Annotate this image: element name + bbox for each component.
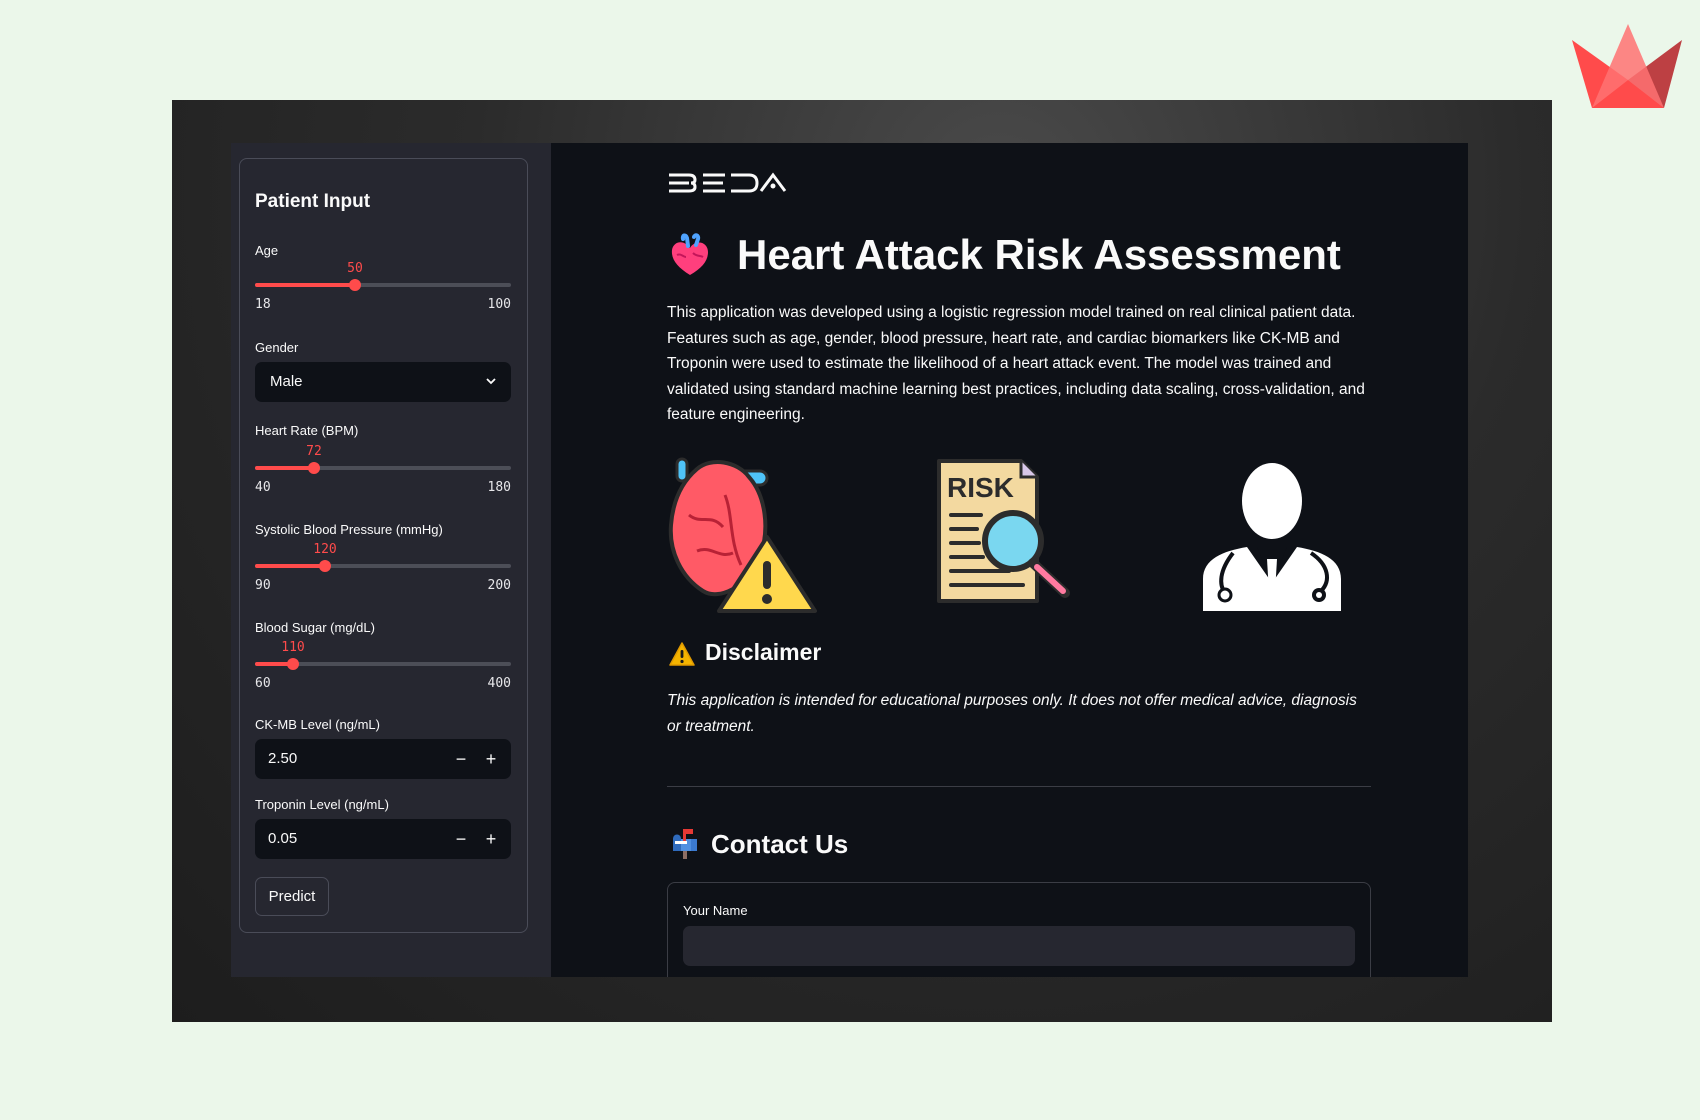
mailbox-icon — [673, 829, 697, 859]
slider-max: 200 — [487, 578, 511, 593]
app-window: Patient Input Age 50 18 100 Gender Male — [231, 143, 1468, 977]
slider-min: 40 — [255, 480, 271, 495]
gender-label: Gender — [255, 340, 299, 355]
heart-warning-illustration — [668, 457, 817, 613]
blood-sugar-label: Blood Sugar (mg/dL) — [255, 620, 375, 635]
blood-sugar-slider[interactable]: 110 60 400 — [255, 640, 511, 691]
slider-max: 400 — [487, 676, 511, 691]
contact-heading: Contact Us — [711, 829, 849, 859]
page-title: Heart Attack Risk Assessment — [737, 231, 1341, 278]
systolic-bp-label: Systolic Blood Pressure (mmHg) — [255, 522, 443, 537]
sidebar: Patient Input Age 50 18 100 Gender Male — [231, 143, 551, 977]
slider-fill — [255, 283, 355, 287]
name-label: Your Name — [683, 903, 748, 918]
troponin-label: Troponin Level (ng/mL) — [255, 797, 389, 812]
slider-max: 100 — [487, 297, 511, 312]
predict-button[interactable]: Predict — [255, 877, 329, 916]
age-label: Age — [255, 243, 279, 258]
slider-fill — [255, 466, 314, 470]
doctor-illustration — [1203, 463, 1341, 611]
streamlit-crown-icon — [1572, 24, 1682, 108]
ckmb-decrement-button[interactable]: − — [447, 745, 475, 773]
systolic-bp-slider[interactable]: 120 90 200 — [255, 542, 511, 593]
beda-logo — [669, 172, 787, 193]
troponin-increment-button[interactable]: + — [477, 825, 505, 853]
name-input[interactable] — [683, 926, 1355, 966]
slider-min: 60 — [255, 676, 271, 691]
slider-thumb[interactable] — [287, 658, 299, 670]
troponin-decrement-button[interactable]: − — [447, 825, 475, 853]
troponin-input[interactable]: 0.05 − + — [255, 819, 511, 859]
slider-value: 50 — [347, 261, 363, 276]
slider-thumb[interactable] — [349, 279, 361, 291]
gender-selected-value: Male — [270, 373, 303, 390]
slider-min: 90 — [255, 578, 271, 593]
age-slider[interactable]: 50 18 100 — [255, 261, 511, 312]
risk-label: RISK — [947, 472, 1014, 503]
heart-rate-slider[interactable]: 72 40 180 — [255, 444, 511, 495]
slider-value: 72 — [306, 444, 322, 459]
troponin-value[interactable]: 0.05 — [268, 830, 297, 847]
screenshot-frame: Patient Input Age 50 18 100 Gender Male — [172, 100, 1552, 1022]
slider-max: 180 — [487, 480, 511, 495]
slider-min: 18 — [255, 297, 271, 312]
disclaimer-text: This application is intended for educati… — [667, 692, 1357, 735]
ckmb-label: CK-MB Level (ng/mL) — [255, 717, 380, 732]
anatomical-heart-icon — [671, 233, 708, 275]
slider-thumb[interactable] — [319, 560, 331, 572]
slider-fill — [255, 564, 325, 568]
risk-document-illustration: RISK — [937, 459, 1070, 603]
slider-value: 110 — [281, 640, 305, 655]
form-title: Patient Input — [255, 191, 371, 212]
ckmb-increment-button[interactable]: + — [477, 745, 505, 773]
disclaimer-heading: Disclaimer — [705, 639, 822, 665]
section-divider — [667, 786, 1371, 787]
contact-form: Your Name — [667, 882, 1371, 977]
ckmb-value[interactable]: 2.50 — [268, 750, 297, 767]
slider-value: 120 — [313, 542, 337, 557]
heart-rate-label: Heart Rate (BPM) — [255, 423, 359, 438]
slider-thumb[interactable] — [308, 462, 320, 474]
app-description: This application was developed using a l… — [667, 304, 1365, 424]
main-content: Heart Attack Risk Assessment This applic… — [551, 143, 1468, 977]
chevron-down-icon — [486, 378, 496, 385]
patient-input-form: Patient Input Age 50 18 100 Gender Male — [239, 158, 528, 933]
ckmb-input[interactable]: 2.50 − + — [255, 739, 511, 779]
warning-icon — [669, 642, 695, 666]
gender-select[interactable]: Male — [255, 362, 511, 402]
